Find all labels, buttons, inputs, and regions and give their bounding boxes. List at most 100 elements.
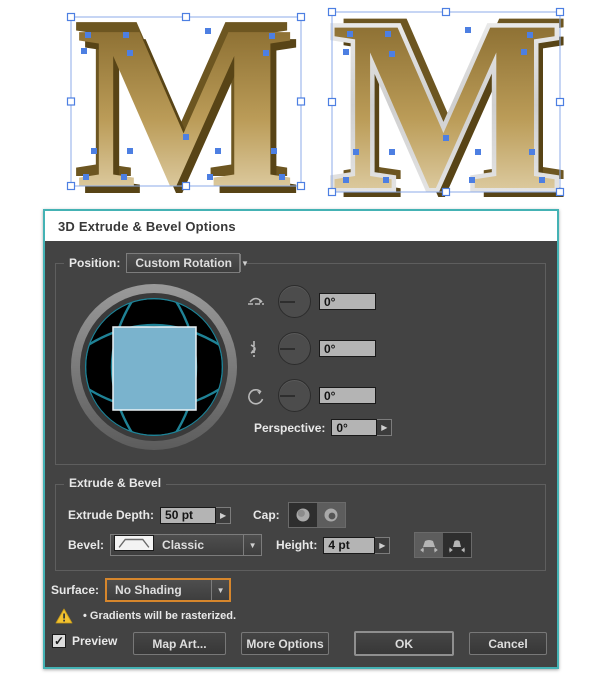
- perspective-row: Perspective: 0° ▶: [254, 419, 393, 436]
- dialog-body: Position: Custom Rotation ▼ 0° 0° 0° Per…: [45, 241, 557, 667]
- rotate-y-dial[interactable]: [278, 332, 311, 365]
- anchor-point[interactable]: [521, 49, 527, 55]
- selection-handle[interactable]: [66, 181, 76, 191]
- more-options-button[interactable]: More Options: [241, 632, 329, 655]
- anchor-point[interactable]: [205, 28, 211, 34]
- anchor-point[interactable]: [207, 174, 213, 180]
- letter-m-left-graphic: M M M: [66, 0, 306, 244]
- anchor-point[interactable]: [83, 174, 89, 180]
- perspective-field[interactable]: 0°: [331, 419, 378, 436]
- anchor-point[interactable]: [383, 177, 389, 183]
- rotate-y-field[interactable]: 0°: [319, 340, 376, 357]
- anchor-point[interactable]: [385, 31, 391, 37]
- rotate-x-field[interactable]: 0°: [319, 293, 376, 310]
- warning-row: • Gradients will be rasterized.: [55, 608, 236, 624]
- rotate-z-dial[interactable]: [278, 379, 311, 412]
- anchor-point[interactable]: [271, 148, 277, 154]
- cap-hollow-button[interactable]: [316, 503, 345, 527]
- anchor-point[interactable]: [121, 174, 127, 180]
- screen: M M M M M M M 3D Extrude & Bevel Options…: [0, 0, 600, 682]
- anchor-point[interactable]: [279, 174, 285, 180]
- cancel-button[interactable]: Cancel: [469, 632, 547, 655]
- rotate-y-row: 0°: [247, 332, 376, 365]
- cap-solid-button[interactable]: [288, 503, 317, 527]
- preview-control: ✓ Preview: [52, 634, 117, 648]
- map-art-button[interactable]: Map Art...: [133, 632, 226, 655]
- anchor-point[interactable]: [343, 49, 349, 55]
- anchor-point[interactable]: [529, 149, 535, 155]
- cap-button-group: [287, 502, 346, 528]
- selection-handle[interactable]: [296, 12, 306, 22]
- anchor-point[interactable]: [389, 51, 395, 57]
- bevel-extent-in-button[interactable]: [443, 533, 472, 557]
- selection-handle[interactable]: [181, 181, 191, 191]
- bevel-height-spinner-button[interactable]: ▶: [375, 536, 391, 554]
- rotate-x-axis-icon: [248, 297, 264, 305]
- position-dropdown-value: Custom Rotation: [135, 256, 232, 270]
- anchor-point[interactable]: [81, 48, 87, 54]
- ok-button[interactable]: OK: [354, 631, 454, 656]
- anchor-point[interactable]: [123, 32, 129, 38]
- 3d-extrude-bevel-dialog: 3D Extrude & Bevel Options Position: Cus…: [43, 209, 559, 669]
- bevel-height-field[interactable]: 4 pt: [323, 536, 376, 554]
- bevel-height-label: Height:: [276, 538, 318, 552]
- surface-row: Surface: No Shading ▼: [51, 578, 232, 602]
- anchor-point[interactable]: [127, 148, 133, 154]
- anchor-point[interactable]: [343, 177, 349, 183]
- selection-handle[interactable]: [441, 187, 451, 197]
- letter-m-right-graphic: M M M M: [326, 0, 571, 250]
- anchor-point[interactable]: [347, 31, 353, 37]
- selection-handle[interactable]: [555, 187, 565, 197]
- anchor-point[interactable]: [527, 32, 533, 38]
- anchor-point[interactable]: [539, 177, 545, 183]
- anchor-point[interactable]: [91, 148, 97, 154]
- rotate-z-field[interactable]: 0°: [319, 387, 376, 404]
- track-cube-preview[interactable]: [70, 283, 238, 451]
- hollow-cap-icon: [324, 508, 338, 522]
- rotate-x-dial[interactable]: [278, 285, 311, 318]
- anchor-point[interactable]: [465, 27, 471, 33]
- selection-handle[interactable]: [555, 97, 565, 107]
- anchor-point[interactable]: [85, 32, 91, 38]
- chevron-down-icon: ▼: [211, 580, 229, 600]
- bevel-extent-out-button[interactable]: [415, 533, 444, 557]
- selection-handle[interactable]: [441, 7, 451, 17]
- footer-row: ✓ Preview Map Art... More Options OK Can…: [45, 630, 557, 660]
- selection-handle[interactable]: [555, 7, 565, 17]
- anchor-point[interactable]: [443, 135, 449, 141]
- perspective-spinner-button[interactable]: ▶: [377, 419, 393, 436]
- position-dropdown[interactable]: Custom Rotation ▼: [126, 253, 249, 273]
- anchor-point[interactable]: [263, 50, 269, 56]
- selection-handle[interactable]: [296, 181, 306, 191]
- bevel-classic-preview-icon: [114, 535, 155, 551]
- bevel-extent-in-icon: [449, 540, 466, 553]
- cap-label: Cap:: [253, 508, 280, 522]
- extrude-depth-spinner-button[interactable]: ▶: [216, 506, 232, 524]
- anchor-point[interactable]: [183, 134, 189, 140]
- selection-handle[interactable]: [66, 12, 76, 22]
- selection-handle[interactable]: [327, 97, 337, 107]
- bevel-dropdown[interactable]: Classic ▼: [110, 534, 263, 556]
- anchor-point[interactable]: [127, 50, 133, 56]
- selection-handle[interactable]: [181, 12, 191, 22]
- anchor-point[interactable]: [469, 177, 475, 183]
- selection-handle[interactable]: [327, 7, 337, 17]
- preview-checkbox[interactable]: ✓: [52, 634, 66, 648]
- warning-icon: [55, 608, 73, 624]
- letter-object-beveled[interactable]: M M M M: [316, 0, 580, 250]
- dialog-title: 3D Extrude & Bevel Options: [45, 211, 557, 241]
- surface-dropdown[interactable]: No Shading ▼: [105, 578, 232, 602]
- extrude-depth-label: Extrude Depth:: [68, 508, 155, 522]
- extrude-depth-field[interactable]: 50 pt: [160, 506, 217, 524]
- anchor-point[interactable]: [269, 33, 275, 39]
- anchor-point[interactable]: [353, 149, 359, 155]
- solid-cap-icon: [296, 508, 310, 522]
- anchor-point[interactable]: [475, 149, 481, 155]
- surface-dropdown-value: No Shading: [115, 583, 182, 597]
- selection-handle[interactable]: [327, 187, 337, 197]
- anchor-point[interactable]: [215, 148, 221, 154]
- letter-object-extruded[interactable]: M M M: [58, 0, 310, 244]
- anchor-point[interactable]: [389, 149, 395, 155]
- selection-handle[interactable]: [66, 97, 76, 106]
- selection-handle[interactable]: [296, 97, 306, 106]
